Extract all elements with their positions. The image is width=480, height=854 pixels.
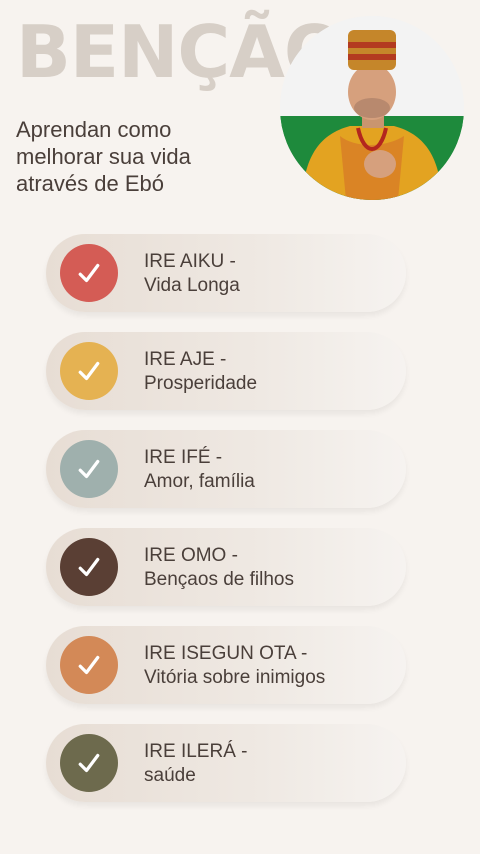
item-description: saúde — [144, 765, 196, 786]
item-description: Vitória sobre inimigos — [144, 667, 326, 688]
check-icon — [60, 538, 118, 596]
item-title: IRE ISEGUN OTA - — [144, 643, 308, 664]
check-icon — [60, 636, 118, 694]
item-description: Amor, família — [144, 471, 255, 492]
list-item: IRE OMO - Bençaos de filhos — [46, 528, 406, 606]
check-icon — [60, 734, 118, 792]
item-title: IRE IFÉ - — [144, 447, 223, 468]
checkmark — [78, 361, 100, 381]
list-item: IRE AJE - Prosperidade — [46, 332, 406, 410]
list-item: IRE AIKU - Vida Longa — [46, 234, 406, 312]
page-subtitle: Aprendan como melhorar sua vida através … — [16, 117, 191, 196]
list-item: IRE ILERÁ - saúde — [46, 724, 406, 802]
item-title: IRE AJE - — [144, 349, 227, 370]
list-item: IRE ISEGUN OTA - Vitória sobre inimigos — [46, 626, 406, 704]
check-icon — [60, 244, 118, 302]
checkmark — [78, 263, 100, 283]
check-icon — [60, 342, 118, 400]
checkmark — [78, 753, 100, 773]
checkmark — [78, 655, 100, 675]
item-title: IRE AIKU - — [144, 251, 236, 272]
list-item: IRE IFÉ - Amor, família — [46, 430, 406, 508]
checkmark — [78, 459, 100, 479]
check-icon — [60, 440, 118, 498]
checkmark — [78, 557, 100, 577]
item-description: Bençaos de filhos — [144, 569, 294, 590]
item-description: Vida Longa — [144, 275, 240, 296]
item-title: IRE OMO - — [144, 545, 238, 566]
item-description: Prosperidade — [144, 373, 258, 394]
item-title: IRE ILERÁ - — [144, 741, 248, 762]
person-illustration — [280, 16, 464, 200]
portrait-avatar — [280, 16, 464, 200]
